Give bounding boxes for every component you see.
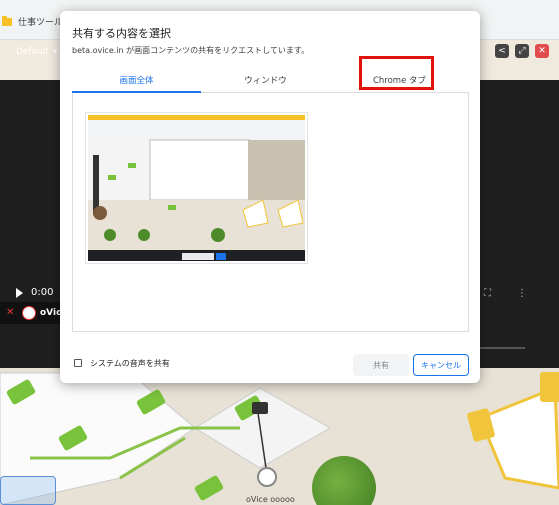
tab-window[interactable]: ウィンドウ [201,67,330,93]
mic-off-icon[interactable]: ✕ [6,307,18,319]
more-icon[interactable]: ⋮ [517,288,527,299]
close-icon[interactable]: ✕ [535,44,549,58]
video-controls-bottom: ⛶ ⋮ [484,288,527,299]
video-time-row: 0:00 [16,287,53,298]
chevron-down-icon: ▾ [52,47,58,57]
floor-user-label: oVice ooooo [246,495,295,504]
bookmark-folder[interactable]: 仕事ツール [2,15,63,28]
fullscreen-icon[interactable]: ⛶ [484,288,491,299]
avatar [22,306,36,320]
expand-icon[interactable]: ⤢ [515,44,529,58]
share-icon[interactable]: < [495,44,509,58]
share-audio-checkbox[interactable] [74,359,82,367]
share-dialog: 共有する内容を選択 beta.ovice.in が画面コンテンツの共有をリクエス… [60,11,480,383]
share-audio-label: システムの音声を共有 [90,359,170,368]
cancel-button[interactable]: キャンセル [413,354,469,376]
chrome-tab-highlight [359,56,434,90]
user-name: oVic [40,308,62,318]
tab-entire-screen[interactable]: 画面全体 [72,67,201,93]
layout-select[interactable]: Default ▾ [16,47,57,57]
screen-preview [88,115,305,261]
screen-thumbnail[interactable] [85,112,308,264]
layout-select-label: Default [16,47,49,57]
folder-icon [2,15,12,26]
avatar[interactable] [257,467,277,487]
play-icon[interactable] [16,287,23,298]
dialog-subtitle: beta.ovice.in が画面コンテンツの共有をリクエストしています。 [72,46,310,55]
dialog-title: 共有する内容を選択 [72,27,171,40]
video-controls-top: < ⤢ ✕ [495,44,549,58]
source-list [72,93,469,332]
floor-map [0,368,559,505]
bookmark-folder-label: 仕事ツール [18,18,64,28]
area-box [0,476,56,505]
dialog-actions: システムの音声を共有 共有 キャンセル [72,354,469,376]
chair [540,372,559,402]
share-button[interactable]: 共有 [353,354,409,376]
monitor-icon [252,402,268,414]
video-time: 0:00 [31,287,54,298]
